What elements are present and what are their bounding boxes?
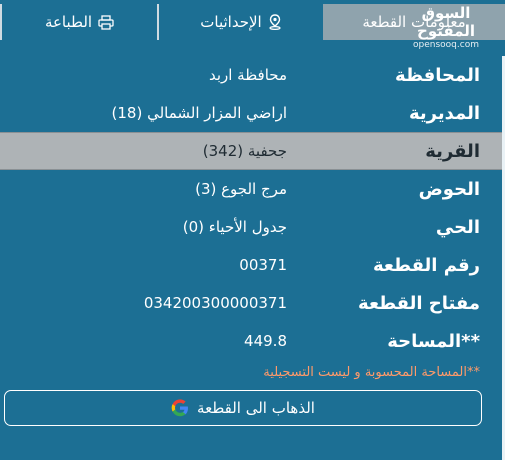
row-value: 449.8 <box>244 332 287 350</box>
row-value: جدول الأحياء (0) <box>182 218 287 236</box>
row-label: الحي <box>435 216 480 238</box>
tab-print-label: الطباعة <box>44 13 93 31</box>
parcel-info-window: معلومات القطعة الإحداثيات الطباعة السوق … <box>0 0 505 460</box>
row-label: القرية <box>425 140 480 162</box>
google-icon <box>171 399 189 417</box>
row-basin: الحوض مرج الجوع (3) <box>0 170 502 208</box>
printer-icon <box>98 14 114 30</box>
row-parcel-key: مفتاح القطعة 034200300000371 <box>0 284 502 322</box>
tab-print[interactable]: الطباعة <box>0 4 157 40</box>
tab-coordinates[interactable]: الإحداثيات <box>157 4 323 40</box>
watermark-main: السوق المفتوح <box>417 4 475 40</box>
row-value: محافظة اربد <box>208 66 287 84</box>
map-pin-icon <box>268 14 282 30</box>
tab-coordinates-label: الإحداثيات <box>200 13 262 31</box>
row-governorate: المحافظة محافظة اربد <box>0 56 502 94</box>
go-to-parcel-label: الذهاب الى القطعة <box>197 399 315 417</box>
row-value: اراضي المزار الشمالي (18) <box>111 104 287 122</box>
watermark-sub: opensooq.com <box>413 40 479 50</box>
row-value: جحفية (342) <box>202 142 287 160</box>
row-area: **المساحة 449.8 <box>0 322 502 360</box>
go-to-parcel-button[interactable]: الذهاب الى القطعة <box>4 390 482 426</box>
row-directorate: المديرية اراضي المزار الشمالي (18) <box>0 94 502 132</box>
row-value: 00371 <box>239 256 287 274</box>
row-parcel-number: رقم القطعة 00371 <box>0 246 502 284</box>
parcel-details-panel: المحافظة محافظة اربد المديرية اراضي المز… <box>0 56 505 460</box>
row-label: رقم القطعة <box>372 254 480 276</box>
area-note: **المساحة المحسوبة و ليست التسجيلية <box>263 365 480 380</box>
row-label: المحافظة <box>395 64 480 86</box>
row-label: مفتاح القطعة <box>358 292 480 314</box>
row-label: المديرية <box>408 102 480 124</box>
row-label: **المساحة <box>387 330 480 352</box>
watermark-logo: السوق المفتوح opensooq.com <box>391 4 501 50</box>
row-village: القرية جحفية (342) <box>0 132 502 170</box>
row-label: الحوض <box>418 178 480 200</box>
row-value: مرج الجوع (3) <box>195 180 287 198</box>
row-neighborhood: الحي جدول الأحياء (0) <box>0 208 502 246</box>
row-value: 034200300000371 <box>143 294 287 312</box>
